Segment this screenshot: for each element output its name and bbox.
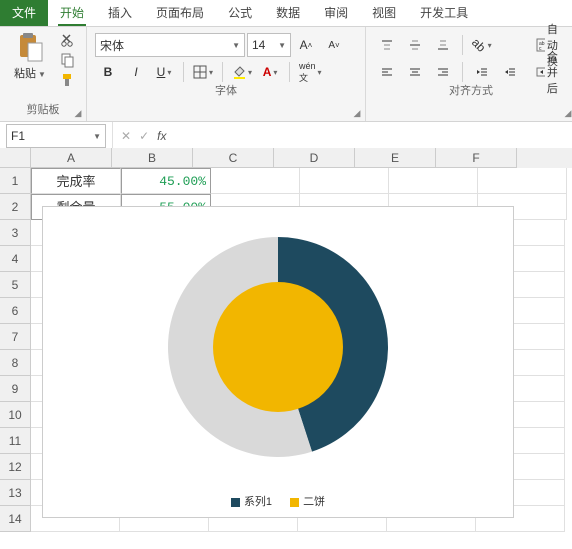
- separator: [462, 35, 463, 55]
- row-header-13[interactable]: 13: [0, 480, 31, 506]
- chart-object[interactable]: 系列1 二饼: [42, 206, 514, 518]
- cell-B1[interactable]: 45.00%: [121, 168, 211, 194]
- menu-view[interactable]: 视图: [360, 0, 408, 26]
- col-header-A[interactable]: A: [31, 148, 112, 168]
- menu-bar: 文件 开始 插入 页面布局 公式 数据 审阅 视图 开发工具: [0, 0, 572, 27]
- row-header-9[interactable]: 9: [0, 376, 31, 402]
- row-header-1[interactable]: 1: [0, 168, 31, 194]
- pie-chart: [43, 207, 513, 487]
- paste-button[interactable]: 粘贴▼: [8, 31, 52, 81]
- group-label-alignment: 对齐方式: [374, 84, 568, 102]
- cell-D1[interactable]: [300, 168, 389, 194]
- align-bottom-button[interactable]: [430, 33, 456, 57]
- row-header-11[interactable]: 11: [0, 428, 31, 454]
- menu-insert[interactable]: 插入: [96, 0, 144, 26]
- row-header-6[interactable]: 6: [0, 298, 31, 324]
- menu-file[interactable]: 文件: [0, 0, 48, 26]
- merge-icon: [536, 65, 545, 79]
- col-header-C[interactable]: C: [193, 148, 274, 168]
- separator: [183, 62, 184, 82]
- increase-font-button[interactable]: A˄: [293, 33, 319, 57]
- merge-button[interactable]: 合并后: [533, 60, 568, 84]
- name-box[interactable]: F1▼: [6, 124, 106, 148]
- menu-home[interactable]: 开始: [48, 0, 96, 26]
- cell-C1[interactable]: [211, 168, 300, 194]
- legend-item-1: 系列1: [231, 493, 272, 509]
- phonetic-button[interactable]: wén文▾: [296, 60, 325, 84]
- accept-formula-button[interactable]: ✓: [139, 129, 149, 143]
- menu-page-layout[interactable]: 页面布局: [144, 0, 216, 26]
- ribbon: 粘贴▼ 剪贴板 ◢ 宋体▼ 14▼ A˄ A˅ B I U▾: [0, 27, 572, 122]
- col-header-D[interactable]: D: [274, 148, 355, 168]
- wrap-icon: abc: [536, 38, 545, 52]
- align-right-button[interactable]: [430, 60, 456, 84]
- underline-button[interactable]: U▾: [151, 60, 177, 84]
- copy-button[interactable]: [58, 51, 78, 69]
- decrease-font-button[interactable]: A˅: [321, 33, 347, 57]
- row-header-10[interactable]: 10: [0, 402, 31, 428]
- col-header-B[interactable]: B: [112, 148, 193, 168]
- alignment-launcher[interactable]: ◢: [562, 107, 572, 119]
- align-center-button[interactable]: [402, 60, 428, 84]
- row-header-14[interactable]: 14: [0, 506, 31, 532]
- row-header-8[interactable]: 8: [0, 350, 31, 376]
- bold-button[interactable]: B: [95, 60, 121, 84]
- row-header-2[interactable]: 2: [0, 194, 31, 220]
- copy-icon: [60, 52, 76, 68]
- increase-indent-button[interactable]: [497, 60, 523, 84]
- menu-data[interactable]: 数据: [264, 0, 312, 26]
- cell-A1[interactable]: 完成率: [31, 168, 121, 194]
- formula-bar: F1▼ ✕ ✓ fx: [0, 122, 572, 151]
- col-header-F[interactable]: F: [436, 148, 517, 168]
- clipboard-launcher[interactable]: ◢: [72, 107, 84, 119]
- select-all-corner[interactable]: [0, 148, 31, 168]
- col-header-E[interactable]: E: [355, 148, 436, 168]
- separator: [222, 62, 223, 82]
- group-clipboard: 粘贴▼ 剪贴板 ◢: [0, 27, 87, 121]
- cancel-formula-button[interactable]: ✕: [121, 129, 131, 143]
- cell-E1[interactable]: [389, 168, 478, 194]
- paste-icon: [16, 31, 44, 65]
- fx-button[interactable]: fx: [157, 129, 166, 143]
- border-button[interactable]: ▾: [190, 60, 216, 84]
- orientation-button[interactable]: ab▾: [469, 33, 495, 57]
- group-alignment: ab▾ abc 自动换 合并后: [366, 27, 572, 121]
- font-color-button[interactable]: A▾: [257, 60, 283, 84]
- menu-dev[interactable]: 开发工具: [408, 0, 480, 26]
- decrease-indent-button[interactable]: [469, 60, 495, 84]
- row-header-4[interactable]: 4: [0, 246, 31, 272]
- cell-F1[interactable]: [478, 168, 567, 194]
- font-name-combo[interactable]: 宋体▼: [95, 33, 245, 57]
- bucket-icon: [232, 65, 246, 79]
- align-middle-button[interactable]: [402, 33, 428, 57]
- row-header-5[interactable]: 5: [0, 272, 31, 298]
- menu-formula[interactable]: 公式: [216, 0, 264, 26]
- format-painter-button[interactable]: [58, 71, 78, 89]
- cut-icon: [60, 32, 76, 48]
- fill-color-button[interactable]: ▾: [229, 60, 255, 84]
- group-font: 宋体▼ 14▼ A˄ A˅ B I U▾ ▾ ▾ A▾ wén文▾ 字体 ◢: [87, 27, 366, 121]
- group-label-font: 字体: [95, 84, 357, 102]
- menu-review[interactable]: 审阅: [312, 0, 360, 26]
- worksheet[interactable]: A B C D E F 1完成率45.00%2剩余量55.00%34567891…: [0, 148, 572, 549]
- cut-button[interactable]: [58, 31, 78, 49]
- legend-item-2: 二饼: [290, 493, 325, 509]
- border-icon: [193, 65, 207, 79]
- align-top-button[interactable]: [374, 33, 400, 57]
- separator: [289, 62, 290, 82]
- group-label-clipboard: 剪贴板: [8, 103, 78, 121]
- row-header-3[interactable]: 3: [0, 220, 31, 246]
- align-left-button[interactable]: [374, 60, 400, 84]
- row-header-7[interactable]: 7: [0, 324, 31, 350]
- font-size-combo[interactable]: 14▼: [247, 33, 291, 57]
- font-launcher[interactable]: ◢: [351, 107, 363, 119]
- brush-icon: [60, 72, 76, 88]
- chart-legend: 系列1 二饼: [43, 493, 513, 509]
- italic-button[interactable]: I: [123, 60, 149, 84]
- row-header-12[interactable]: 12: [0, 454, 31, 480]
- formula-input[interactable]: [174, 125, 572, 147]
- separator: [462, 62, 463, 82]
